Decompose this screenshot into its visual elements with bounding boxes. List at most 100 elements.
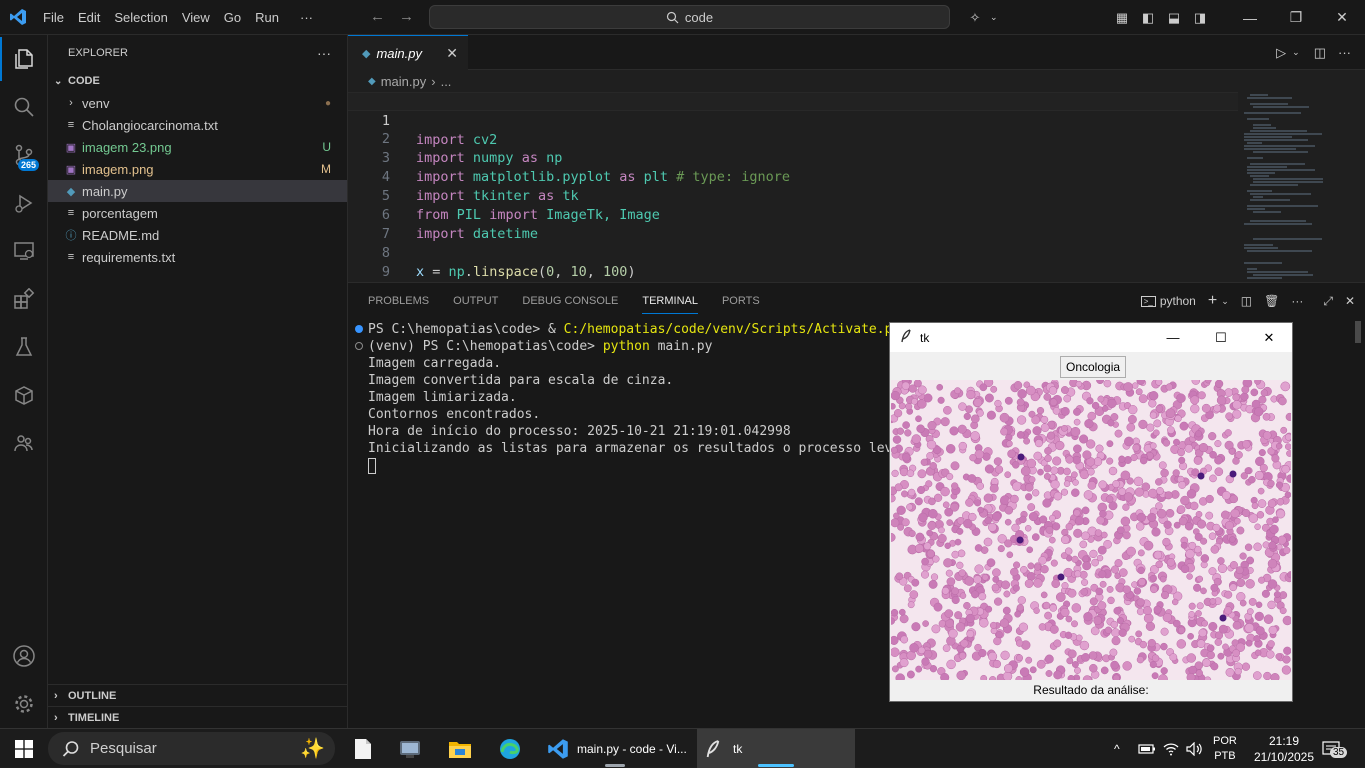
new-terminal-icon[interactable]: + <box>1208 292 1217 310</box>
code-editor[interactable]: 1 import cv2 2 import numpy as np 3 impo… <box>348 92 1365 282</box>
tab-ports[interactable]: PORTS <box>722 295 760 307</box>
forward-arrow-icon[interactable]: → <box>399 8 414 25</box>
close-icon[interactable]: ✕ <box>1246 323 1292 352</box>
editor-tab-bar: ◆ main.py ✕ ▷ ⌄ ◫ ··· <box>348 35 1365 70</box>
explorer-sidebar: EXPLORER ··· ⌄ CODE › venv ● ≡ Cholangio… <box>48 35 348 728</box>
chevron-down-icon[interactable]: ⌄ <box>1292 47 1300 58</box>
chevron-down-icon[interactable]: ⌄ <box>1221 296 1229 307</box>
input-language-indicator[interactable]: POR PTB <box>1213 729 1237 768</box>
taskbar-app-vscode[interactable]: main.py - code - Vi... <box>539 729 690 768</box>
run-python-icon[interactable]: ▷ <box>1276 45 1286 61</box>
menu-view[interactable]: View <box>175 10 217 25</box>
close-panel-icon[interactable]: ✕ <box>1345 294 1355 308</box>
chevron-right-icon: › <box>54 689 58 702</box>
back-arrow-icon[interactable]: ← <box>370 8 385 25</box>
terminal-shell-label[interactable]: python <box>1160 294 1196 308</box>
more-actions-icon[interactable]: ··· <box>1291 294 1303 308</box>
tree-item-requirements[interactable]: ≡ requirements.txt <box>48 246 347 268</box>
show-hidden-icons-chevron-icon[interactable]: ^ <box>1114 729 1120 768</box>
python-file-icon: ◆ <box>368 75 376 87</box>
source-control-icon[interactable]: 265 <box>0 133 48 177</box>
minimap[interactable] <box>1244 92 1354 282</box>
code-line: 3 import matplotlib.pyplot as plt # type… <box>348 130 1238 185</box>
notepad-app-icon[interactable] <box>345 729 381 768</box>
manage-gear-icon[interactable] <box>0 682 48 726</box>
tab-terminal[interactable]: TERMINAL <box>642 288 698 314</box>
restore-icon[interactable]: ❐ <box>1273 0 1319 35</box>
terminal-prompt: PS C:\hemopatias\code> <box>368 322 549 337</box>
notification-center-icon[interactable]: 35 <box>1322 729 1348 768</box>
wifi-icon[interactable] <box>1163 729 1179 768</box>
account-icon[interactable] <box>0 634 48 678</box>
maximize-panel-icon[interactable]: ⤢ <box>1323 294 1333 309</box>
menu-more[interactable]: ··· <box>286 10 320 25</box>
text-file-icon: ≡ <box>67 251 75 263</box>
folder-name: CODE <box>68 75 100 87</box>
more-actions-icon[interactable]: ··· <box>1338 45 1351 60</box>
toggle-secondary-sidebar-icon[interactable]: ◨ <box>1187 0 1213 35</box>
containers-icon[interactable] <box>0 373 48 417</box>
tree-item-venv[interactable]: › venv ● <box>48 92 347 114</box>
volume-icon[interactable] <box>1186 729 1204 768</box>
close-tab-icon[interactable]: ✕ <box>446 45 458 62</box>
tree-item-label: README.md <box>82 227 160 243</box>
file-explorer-app-icon[interactable] <box>442 729 478 768</box>
minimize-icon[interactable]: — <box>1150 323 1196 352</box>
testing-icon[interactable] <box>0 325 48 369</box>
python-file-icon: ◆ <box>362 47 371 60</box>
toggle-panel-icon[interactable]: ⬓ <box>1161 0 1187 35</box>
folder-header[interactable]: ⌄ CODE <box>48 70 347 92</box>
code-line: 4 import tkinter as tk <box>348 149 1238 204</box>
terminal-line: Inicializando as listas para armazenar o… <box>368 441 948 456</box>
terminal-cursor <box>368 457 376 474</box>
copilot-icon[interactable]: ✧ <box>962 0 988 35</box>
close-icon[interactable]: ✕ <box>1319 0 1365 35</box>
menu-go[interactable]: Go <box>217 10 248 25</box>
minimize-icon[interactable]: — <box>1227 0 1273 35</box>
tree-item-porcentagem[interactable]: ≡ porcentagem <box>48 202 347 224</box>
run-debug-icon[interactable] <box>0 181 48 225</box>
command-center-search[interactable]: code <box>429 5 950 29</box>
tree-item-main-py[interactable]: ◆ main.py <box>48 180 347 202</box>
clock[interactable]: 21:19 21/10/2025 <box>1254 729 1314 768</box>
kill-terminal-trash-icon[interactable]: 🗑 <box>1264 294 1279 308</box>
menu-file[interactable]: File <box>36 10 71 25</box>
tree-item-cholangiocarcinoma[interactable]: ≡ Cholangiocarcinoma.txt <box>48 114 347 136</box>
extensions-icon[interactable] <box>0 277 48 321</box>
oncologia-button[interactable]: Oncologia <box>1060 356 1127 378</box>
chevron-down-icon[interactable]: ⌄ <box>990 12 998 23</box>
menu-selection[interactable]: Selection <box>107 10 174 25</box>
toggle-sidebar-icon[interactable]: ◧ <box>1135 0 1161 35</box>
edge-app-icon[interactable] <box>492 729 528 768</box>
breadcrumb-more[interactable]: ... <box>441 74 452 89</box>
tree-item-readme[interactable]: ⓘ README.md <box>48 224 347 246</box>
keyboard-layout-code: PTB <box>1214 749 1236 762</box>
breadcrumb-file[interactable]: main.py <box>381 74 427 89</box>
tree-item-imagem-23[interactable]: ▣ imagem 23.png U <box>48 136 347 158</box>
remote-explorer-icon[interactable] <box>0 229 48 273</box>
maximize-icon[interactable]: ☐ <box>1198 323 1244 352</box>
image-file-icon: ▣ <box>65 163 77 176</box>
outline-section[interactable]: › OUTLINE <box>48 684 348 706</box>
split-editor-icon[interactable]: ◫ <box>1314 45 1326 61</box>
live-share-icon[interactable] <box>0 421 48 465</box>
tab-problems[interactable]: PROBLEMS <box>368 295 429 307</box>
split-terminal-icon[interactable]: ◫ <box>1241 294 1252 308</box>
taskbar-search[interactable]: Pesquisar ✨ <box>48 732 335 765</box>
menu-edit[interactable]: Edit <box>71 10 107 25</box>
tab-debug-console[interactable]: DEBUG CONSOLE <box>522 295 618 307</box>
explorer-more-button[interactable]: ··· <box>317 45 331 61</box>
timeline-section[interactable]: › TIMELINE <box>48 706 348 728</box>
menu-run[interactable]: Run <box>248 10 286 25</box>
tree-item-imagem[interactable]: ▣ imagem.png M <box>48 158 347 180</box>
windows-start-icon[interactable] <box>0 729 48 768</box>
battery-icon[interactable] <box>1138 729 1156 768</box>
customize-layout-icon[interactable]: ▦ <box>1109 0 1135 35</box>
explorer-icon[interactable] <box>0 37 48 81</box>
taskbar-app-tk[interactable]: tk <box>697 729 855 768</box>
terminal-scrollbar[interactable] <box>1351 319 1365 729</box>
search-icon[interactable] <box>0 85 48 129</box>
tab-output[interactable]: OUTPUT <box>453 295 498 307</box>
tab-main-py[interactable]: ◆ main.py ✕ <box>348 35 468 70</box>
sniping-tool-app-icon[interactable] <box>392 729 428 768</box>
